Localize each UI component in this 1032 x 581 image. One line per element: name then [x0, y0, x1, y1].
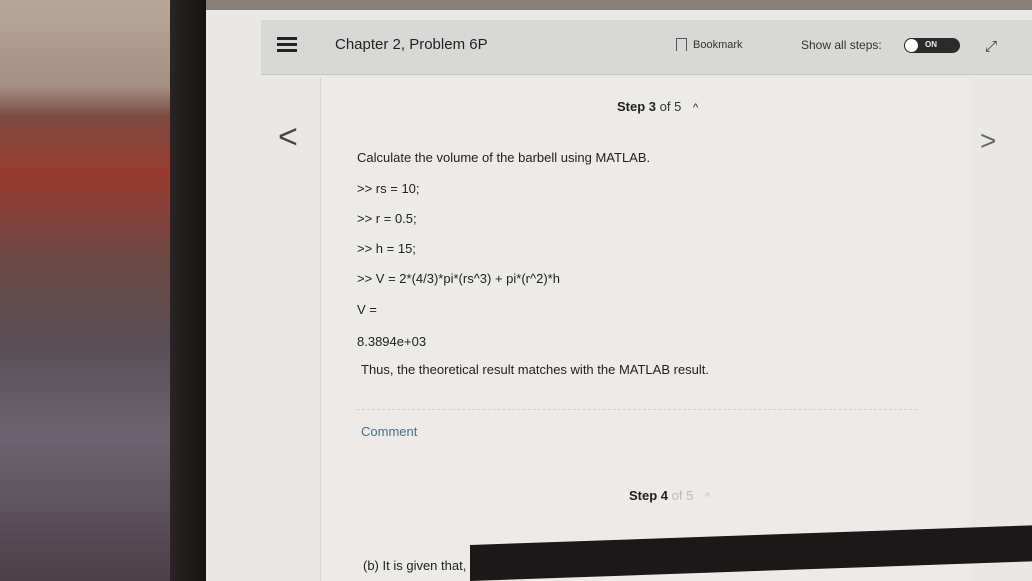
solution-conclusion: Thus, the theoretical result matches wit… [361, 362, 710, 377]
comment-link[interactable]: Comment [361, 424, 417, 439]
divider [357, 409, 917, 410]
code-line: V = [357, 302, 377, 317]
toggle-knob [904, 38, 919, 53]
code-line: >> r = 0.5; [357, 211, 417, 226]
toggle-label: ON [925, 40, 937, 49]
step-4-header[interactable]: Step 4 of 5 ^ [629, 488, 710, 503]
bookmark-icon [676, 38, 687, 51]
show-steps-label: Show all steps: [801, 38, 882, 52]
code-line: 8.3894e+03 [357, 334, 427, 349]
previous-icon[interactable]: < [278, 118, 298, 157]
step-3-header[interactable]: Step 3 of 5 ^ [617, 99, 698, 114]
step-3-label: Step 3 [617, 99, 657, 114]
screen: Chapter 2, Problem 6P Bookmark Show all … [206, 10, 1032, 581]
step-4-label: Step 4 [629, 488, 669, 503]
code-line: >> h = 15; [357, 241, 416, 256]
chevron-up-icon: ^ [692, 102, 699, 114]
page-title: Chapter 2, Problem 6P [335, 36, 488, 53]
expand-icon[interactable]: ⤢ [985, 38, 997, 55]
bookmark-label: Bookmark [693, 38, 743, 51]
step-4-count: of 5 [671, 488, 694, 503]
header-bar: Chapter 2, Problem 6P Bookmark Show all … [261, 20, 1032, 75]
solution-intro: Calculate the volume of the barbell usin… [357, 150, 651, 165]
solution-panel: Step 3 of 5 ^ Calculate the volume of th… [320, 78, 971, 581]
show-steps-toggle[interactable]: ON [904, 38, 960, 53]
chevron-up-icon: ^ [704, 491, 711, 503]
next-step-text: (b) It is given that, [363, 558, 467, 573]
step-3-count: of 5 [659, 99, 682, 114]
next-icon[interactable]: > [980, 125, 996, 157]
monitor-bezel [170, 0, 206, 581]
photo-background [0, 0, 190, 581]
menu-icon[interactable] [277, 37, 297, 55]
bookmark-button[interactable]: Bookmark [676, 38, 743, 51]
code-line: >> rs = 10; [357, 181, 420, 196]
code-line: >> V = 2*(4/3)*pi*(rs^3) + pi*(r^2)*h [357, 271, 560, 286]
